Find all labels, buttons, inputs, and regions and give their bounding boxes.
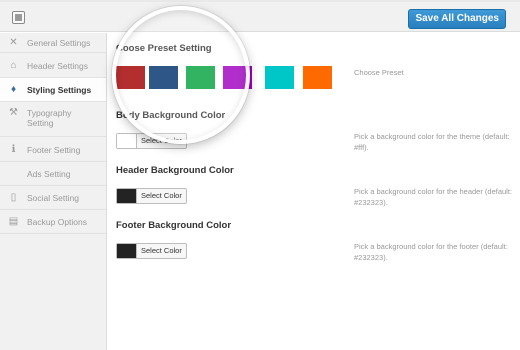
preset-swatch-orange[interactable] [303,66,332,89]
sidebar-item-label: Styling Settings [27,85,92,95]
tools-icon: ✕ [9,37,18,48]
sidebar-item-label: General Settings [27,38,91,48]
home-icon: ⌂ [10,60,17,71]
options-toolbar: Save All Changes [0,2,520,32]
footer-bg-description: Pick a background color for the footer (… [354,242,508,262]
sidebar-item-ads[interactable]: Ads Setting [0,162,106,186]
paint-icon: ♦ [10,84,17,95]
select-color-label: Select Color [141,191,182,200]
preset-swatch-navy[interactable] [149,66,178,89]
footer-bg-section-title: Footer Background Color [116,220,232,231]
database-icon: ▤ [8,216,19,227]
sidebar-item-footer[interactable]: ℹ Footer Setting [0,137,106,162]
sidebar-item-label: Ads Setting [27,169,71,179]
sidebar-item-typography[interactable]: ⚒ Typography Setting [0,102,106,137]
wrench-icon: ⚒ [9,107,18,118]
select-color-label: Select Color [141,246,182,255]
settings-panel: Coose Preset Setting Choose Preset Body … [107,33,520,350]
sidebar-item-backup[interactable]: ▤ Backup Options [0,210,106,234]
document-icon: ▯ [10,192,17,203]
header-bg-color-picker[interactable]: Select Color [116,188,187,204]
body-bg-color-preview [117,134,137,148]
body-bg-color-picker[interactable]: Select Color [116,133,187,149]
preset-description: Choose Preset [354,68,404,77]
sidebar-item-header[interactable]: ⌂ Header Settings [0,53,106,78]
settings-sidebar: ✕ General Settings ⌂ Header Settings ♦ S… [0,33,107,350]
footer-bg-color-picker[interactable]: Select Color [116,243,187,259]
info-icon: ℹ [11,144,16,155]
select-color-label: Select Color [141,136,182,145]
body-bg-section-title: Body Background Color [116,110,226,121]
preset-swatch-purple[interactable] [223,66,252,89]
menu-icon[interactable] [12,11,25,24]
preset-swatch-cyan[interactable] [265,66,294,89]
sidebar-item-label: Footer Setting [27,145,81,155]
sidebar-item-label: Header Settings [27,61,88,71]
header-bg-description: Pick a background color for the header (… [354,187,513,207]
preset-swatch-red[interactable] [116,66,145,89]
sidebar-item-social[interactable]: ▯ Social Setting [0,186,106,210]
sidebar-item-label: Backup Options [27,217,88,227]
save-all-changes-button[interactable]: Save All Changes [408,9,506,29]
sidebar-item-label: Typography Setting [27,108,72,128]
footer-bg-color-preview [117,244,137,258]
preset-swatch-green[interactable] [186,66,215,89]
preset-section-title: Coose Preset Setting [116,43,212,54]
header-bg-color-preview [117,189,137,203]
sidebar-item-label: Social Setting [27,193,79,203]
sidebar-item-styling[interactable]: ♦ Styling Settings [0,78,106,102]
sidebar-item-general[interactable]: ✕ General Settings [0,33,106,53]
body-bg-description: Pick a background color for the theme (d… [354,132,510,152]
header-bg-section-title: Header Background Color [116,165,234,176]
